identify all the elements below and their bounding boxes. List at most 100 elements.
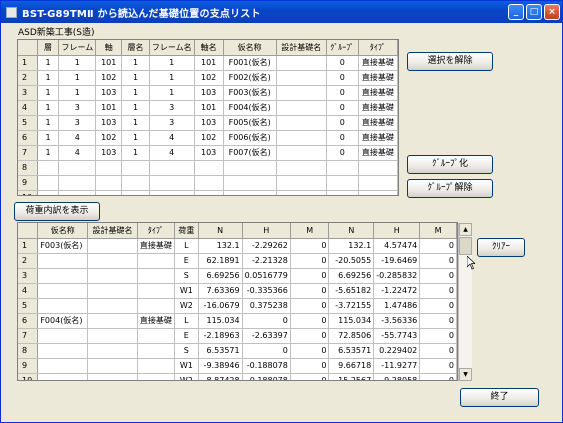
table-cell[interactable]: -19.6469 (373, 253, 421, 269)
table-cell[interactable] (37, 253, 89, 269)
table-cell[interactable] (276, 85, 327, 101)
row-number-cell[interactable]: 9 (18, 358, 39, 374)
row-number-cell[interactable]: 9 (18, 175, 38, 191)
table-cell[interactable]: -2.63397 (242, 328, 291, 344)
clear-button[interactable]: ｸﾘｱｰ (477, 238, 525, 257)
table-cell[interactable] (137, 358, 175, 374)
grid1-header-cell[interactable]: フレーム (58, 40, 97, 56)
table-cell[interactable]: F007(仮名) (223, 145, 277, 161)
table-cell[interactable]: 0 (419, 373, 457, 380)
table-cell[interactable] (87, 253, 138, 269)
table-cell[interactable] (121, 160, 150, 176)
row-number-cell[interactable]: 3 (18, 85, 38, 101)
grid2-header-cell[interactable]: 仮名称 (37, 223, 89, 239)
scroll-down-arrow-icon[interactable]: ▼ (459, 368, 472, 381)
minimize-button[interactable]: _ (508, 4, 524, 20)
table-cell[interactable] (326, 160, 359, 176)
row-number-cell[interactable]: 6 (18, 130, 38, 146)
clear-selection-button[interactable]: 選択を解除 (407, 52, 493, 71)
grid2-header-cell[interactable]: ﾀｲﾌﾟ (137, 223, 175, 239)
row-number-cell[interactable]: 2 (18, 70, 38, 86)
table-cell[interactable]: 直接基礎 (358, 100, 398, 116)
table-cell[interactable]: 0 (419, 268, 457, 284)
title-bar[interactable]: BST-G89TMⅡ から読込んだ基礎位置の支点リスト _ □ × (1, 1, 562, 23)
table-cell[interactable]: -15.2567 (328, 373, 375, 380)
table-cell[interactable]: 102 (194, 70, 224, 86)
table-cell[interactable]: 0 (419, 328, 457, 344)
table-cell[interactable]: 直接基礎 (358, 85, 398, 101)
table-cell[interactable]: -0.188078 (242, 358, 291, 374)
table-cell[interactable] (326, 175, 359, 191)
row-number-cell[interactable]: 8 (18, 160, 38, 176)
scroll-thumb[interactable] (459, 237, 472, 255)
table-cell[interactable]: 101 (95, 55, 123, 71)
grid2-header-cell[interactable] (18, 223, 39, 239)
support-list-grid[interactable]: 層フレーム軸層名 フレーム名 軸名 仮名称 設計基礎名 ｸﾞﾙｰﾌﾟ ﾀｲﾌﾟ 1 1 1 101… (17, 39, 399, 196)
table-cell[interactable]: 1 (121, 55, 150, 71)
table-cell[interactable]: F004(仮名) (223, 100, 277, 116)
table-cell[interactable] (37, 160, 60, 176)
table-cell[interactable] (95, 160, 123, 176)
load-row[interactable]: 2 E 62.1891 -2.21328 0 -20.5055 -19.6469 0 (18, 253, 457, 269)
table-cell[interactable] (137, 328, 175, 344)
row-number-cell[interactable]: 1 (18, 238, 39, 254)
table-cell[interactable]: 101 (95, 100, 123, 116)
table-cell[interactable] (87, 313, 138, 329)
table-cell[interactable]: 1 (37, 145, 60, 161)
table-cell[interactable] (358, 175, 398, 191)
table-cell[interactable] (276, 145, 327, 161)
grid2-header-cell[interactable]: H (373, 223, 421, 239)
grid2-header-cell[interactable]: M (290, 223, 330, 239)
row-number-cell[interactable]: 8 (18, 343, 39, 359)
table-cell[interactable]: -9.38946 (198, 358, 243, 374)
table-cell[interactable]: 1 (121, 70, 150, 86)
table-cell[interactable]: 0 (326, 115, 359, 131)
row-number-cell[interactable]: 7 (18, 145, 38, 161)
table-cell[interactable]: 1 (121, 100, 150, 116)
table-cell[interactable]: W1 (174, 358, 199, 374)
table-cell[interactable]: F003(仮名) (37, 238, 89, 254)
support-row[interactable]: 10 (18, 190, 398, 195)
grid1-header-cell[interactable]: ﾀｲﾌﾟ (358, 40, 398, 56)
table-cell[interactable]: 102 (95, 130, 123, 146)
row-number-cell[interactable]: 1 (18, 55, 38, 71)
end-button[interactable]: 終了 (460, 388, 539, 407)
grid1-header-cell[interactable]: 軸 (95, 40, 123, 56)
grid2-header-cell[interactable]: N (328, 223, 375, 239)
table-cell[interactable] (87, 283, 138, 299)
table-cell[interactable]: 1.47486 (373, 298, 421, 314)
table-cell[interactable]: 1 (58, 55, 97, 71)
table-cell[interactable] (276, 190, 327, 195)
table-cell[interactable]: -1.22472 (373, 283, 421, 299)
grid2-header-cell[interactable]: N (198, 223, 243, 239)
table-cell[interactable]: 3 (149, 115, 195, 131)
table-cell[interactable]: 直接基礎 (137, 238, 175, 254)
table-cell[interactable]: 103 (194, 85, 224, 101)
table-cell[interactable] (121, 190, 150, 195)
row-number-cell[interactable]: 5 (18, 115, 38, 131)
table-cell[interactable] (137, 253, 175, 269)
row-number-cell[interactable]: 10 (18, 190, 38, 195)
table-cell[interactable]: 0 (242, 343, 291, 359)
table-cell[interactable]: 0 (290, 343, 330, 359)
table-cell[interactable] (137, 298, 175, 314)
table-cell[interactable]: 0 (326, 85, 359, 101)
table-cell[interactable]: 1 (37, 130, 60, 146)
table-cell[interactable]: 6.69256 (328, 268, 375, 284)
table-cell[interactable]: 4 (149, 145, 195, 161)
table-cell[interactable]: 0 (326, 70, 359, 86)
table-cell[interactable]: 0 (326, 55, 359, 71)
table-cell[interactable]: 1 (121, 130, 150, 146)
ungroup-button[interactable]: ｸﾞﾙｰﾌﾟ解除 (407, 179, 493, 198)
support-row[interactable]: 8 (18, 160, 398, 176)
table-cell[interactable]: 1 (37, 85, 60, 101)
table-cell[interactable]: 直接基礎 (358, 115, 398, 131)
table-cell[interactable] (95, 175, 123, 191)
table-cell[interactable]: 0 (290, 268, 330, 284)
table-cell[interactable] (194, 190, 224, 195)
table-cell[interactable]: 115.034 (328, 313, 375, 329)
table-cell[interactable]: 4 (58, 145, 97, 161)
support-row[interactable]: 4 1 3 101 1 3 101 F004(仮名) 0 直接基礎 (18, 100, 398, 116)
load-grid-scrollbar[interactable]: ▲ ▼ (458, 223, 472, 381)
table-cell[interactable]: 1 (37, 100, 60, 116)
